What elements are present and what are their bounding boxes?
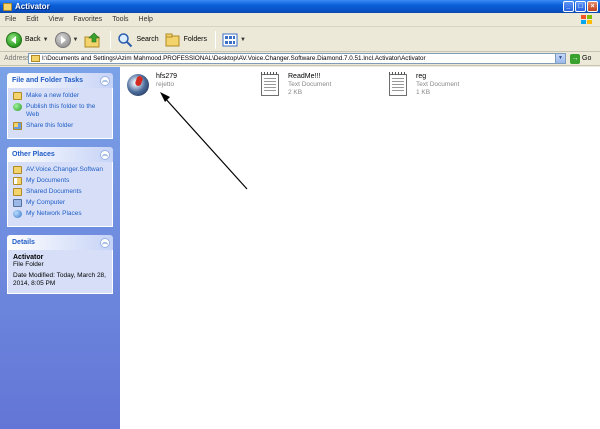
menu-help[interactable]: Help xyxy=(134,16,158,23)
menu-tools[interactable]: Tools xyxy=(107,16,133,23)
go-button[interactable]: → Go xyxy=(570,53,592,64)
file-type: Text Document xyxy=(416,81,460,88)
up-folder-button[interactable] xyxy=(82,30,104,50)
file-name: hfs279 xyxy=(156,73,178,80)
file-item-hfs279[interactable]: hfs279 rejetto xyxy=(126,73,177,97)
globe-icon xyxy=(13,103,22,111)
minimize-button[interactable]: _ xyxy=(563,1,574,12)
file-item-readme[interactable]: ReadMe!!! Text Document 2 KB xyxy=(258,72,332,97)
place-shared-documents[interactable]: Shared Documents xyxy=(13,188,107,196)
address-dropdown-icon[interactable]: ▼ xyxy=(555,54,565,63)
folder-icon xyxy=(3,2,12,11)
new-folder-icon xyxy=(13,92,22,100)
file-company: rejetto xyxy=(156,81,175,88)
window-title: Activator xyxy=(15,2,50,11)
collapse-chevron-icon[interactable]: ︽ xyxy=(100,75,110,86)
go-label: Go xyxy=(582,55,592,62)
file-size: 1 KB xyxy=(416,89,431,96)
views-button[interactable]: ▼ xyxy=(220,30,248,50)
task-share-folder[interactable]: Share this folder xyxy=(13,122,107,130)
address-bar: Address I:\Documents and Settings\Azim M… xyxy=(0,52,600,66)
details-type: File Folder xyxy=(13,261,44,268)
up-folder-icon xyxy=(84,32,101,47)
toolbar-separator xyxy=(215,30,216,49)
back-arrow-icon xyxy=(6,31,22,48)
file-list: hfs279 rejetto ReadMe!!! Text Document 2… xyxy=(120,67,600,429)
details-header[interactable]: Details ︽ xyxy=(7,235,113,250)
close-button[interactable]: × xyxy=(587,1,598,12)
file-item-reg[interactable]: reg Text Document 1 KB xyxy=(386,72,460,97)
search-icon xyxy=(118,32,133,47)
details-name: Activator xyxy=(13,254,44,261)
text-document-icon xyxy=(389,72,407,96)
address-input[interactable]: I:\Documents and Settings\Azim Mahmood.P… xyxy=(28,53,566,64)
folder-icon xyxy=(31,55,40,62)
network-icon xyxy=(13,210,22,218)
details-panel: Details ︽ Activator File Folder Date Mod… xyxy=(7,235,113,294)
task-pane: File and Folder Tasks ︽ Make a new folde… xyxy=(0,67,120,429)
other-places-panel: Other Places ︽ AV.Voice.Changer.Softwan … xyxy=(7,147,113,227)
details-date: Date Modified: Today, March 28, 2014, 8:… xyxy=(13,272,106,287)
place-my-computer[interactable]: My Computer xyxy=(13,199,107,207)
my-documents-icon xyxy=(13,177,22,185)
search-label: Search xyxy=(136,36,159,43)
folders-button[interactable]: Folders xyxy=(163,30,209,50)
folder-icon xyxy=(13,166,22,174)
panel-title: Other Places xyxy=(12,151,55,158)
menu-file[interactable]: File xyxy=(0,16,21,23)
panel-title: File and Folder Tasks xyxy=(12,77,84,84)
file-folder-tasks-panel: File and Folder Tasks ︽ Make a new folde… xyxy=(7,73,113,139)
panel-title: Details xyxy=(12,239,35,246)
file-name: reg xyxy=(416,73,427,80)
views-icon xyxy=(222,33,238,46)
views-dropdown-icon[interactable]: ▼ xyxy=(240,37,246,43)
menu-view[interactable]: View xyxy=(43,16,68,23)
toolbar: Back ▼ ▼ Search Folders ▼ xyxy=(0,28,600,52)
forward-dropdown-icon[interactable]: ▼ xyxy=(73,37,79,43)
collapse-chevron-icon[interactable]: ︽ xyxy=(100,237,110,248)
file-folder-tasks-header[interactable]: File and Folder Tasks ︽ xyxy=(7,73,113,88)
hfs-icon xyxy=(127,74,149,96)
file-size: 2 KB xyxy=(288,89,303,96)
annotation-arrow xyxy=(160,92,248,190)
forward-button[interactable]: ▼ xyxy=(53,30,81,50)
share-folder-icon xyxy=(13,122,22,130)
address-path: I:\Documents and Settings\Azim Mahmood.P… xyxy=(42,55,426,62)
other-places-header[interactable]: Other Places ︽ xyxy=(7,147,113,162)
file-name: ReadMe!!! xyxy=(288,73,321,80)
search-button[interactable]: Search xyxy=(115,30,160,50)
menu-favorites[interactable]: Favorites xyxy=(68,16,107,23)
computer-icon xyxy=(13,199,22,207)
folders-icon xyxy=(165,33,180,46)
text-document-icon xyxy=(261,72,279,96)
folders-label: Folders xyxy=(183,36,207,43)
shared-documents-icon xyxy=(13,188,22,196)
menu-edit[interactable]: Edit xyxy=(21,16,43,23)
title-bar: Activator _ □ × xyxy=(0,0,600,13)
task-publish-to-web[interactable]: Publish this folder to the Web xyxy=(13,103,107,119)
maximize-button[interactable]: □ xyxy=(575,1,586,12)
toolbar-separator xyxy=(110,30,112,49)
address-label: Address xyxy=(4,55,30,62)
back-dropdown-icon[interactable]: ▼ xyxy=(43,37,49,43)
task-make-new-folder[interactable]: Make a new folder xyxy=(13,92,107,100)
place-my-network-places[interactable]: My Network Places xyxy=(13,210,107,218)
place-my-documents[interactable]: My Documents xyxy=(13,177,107,185)
collapse-chevron-icon[interactable]: ︽ xyxy=(100,149,110,160)
place-parent-folder[interactable]: AV.Voice.Changer.Softwan xyxy=(13,166,107,174)
windows-logo-icon xyxy=(581,15,592,24)
back-label: Back xyxy=(25,36,41,43)
go-arrow-icon: → xyxy=(570,53,580,64)
forward-arrow-icon xyxy=(54,31,71,48)
back-button[interactable]: Back ▼ xyxy=(4,30,51,50)
file-type: Text Document xyxy=(288,81,332,88)
menu-bar: File Edit View Favorites Tools Help xyxy=(0,13,600,27)
